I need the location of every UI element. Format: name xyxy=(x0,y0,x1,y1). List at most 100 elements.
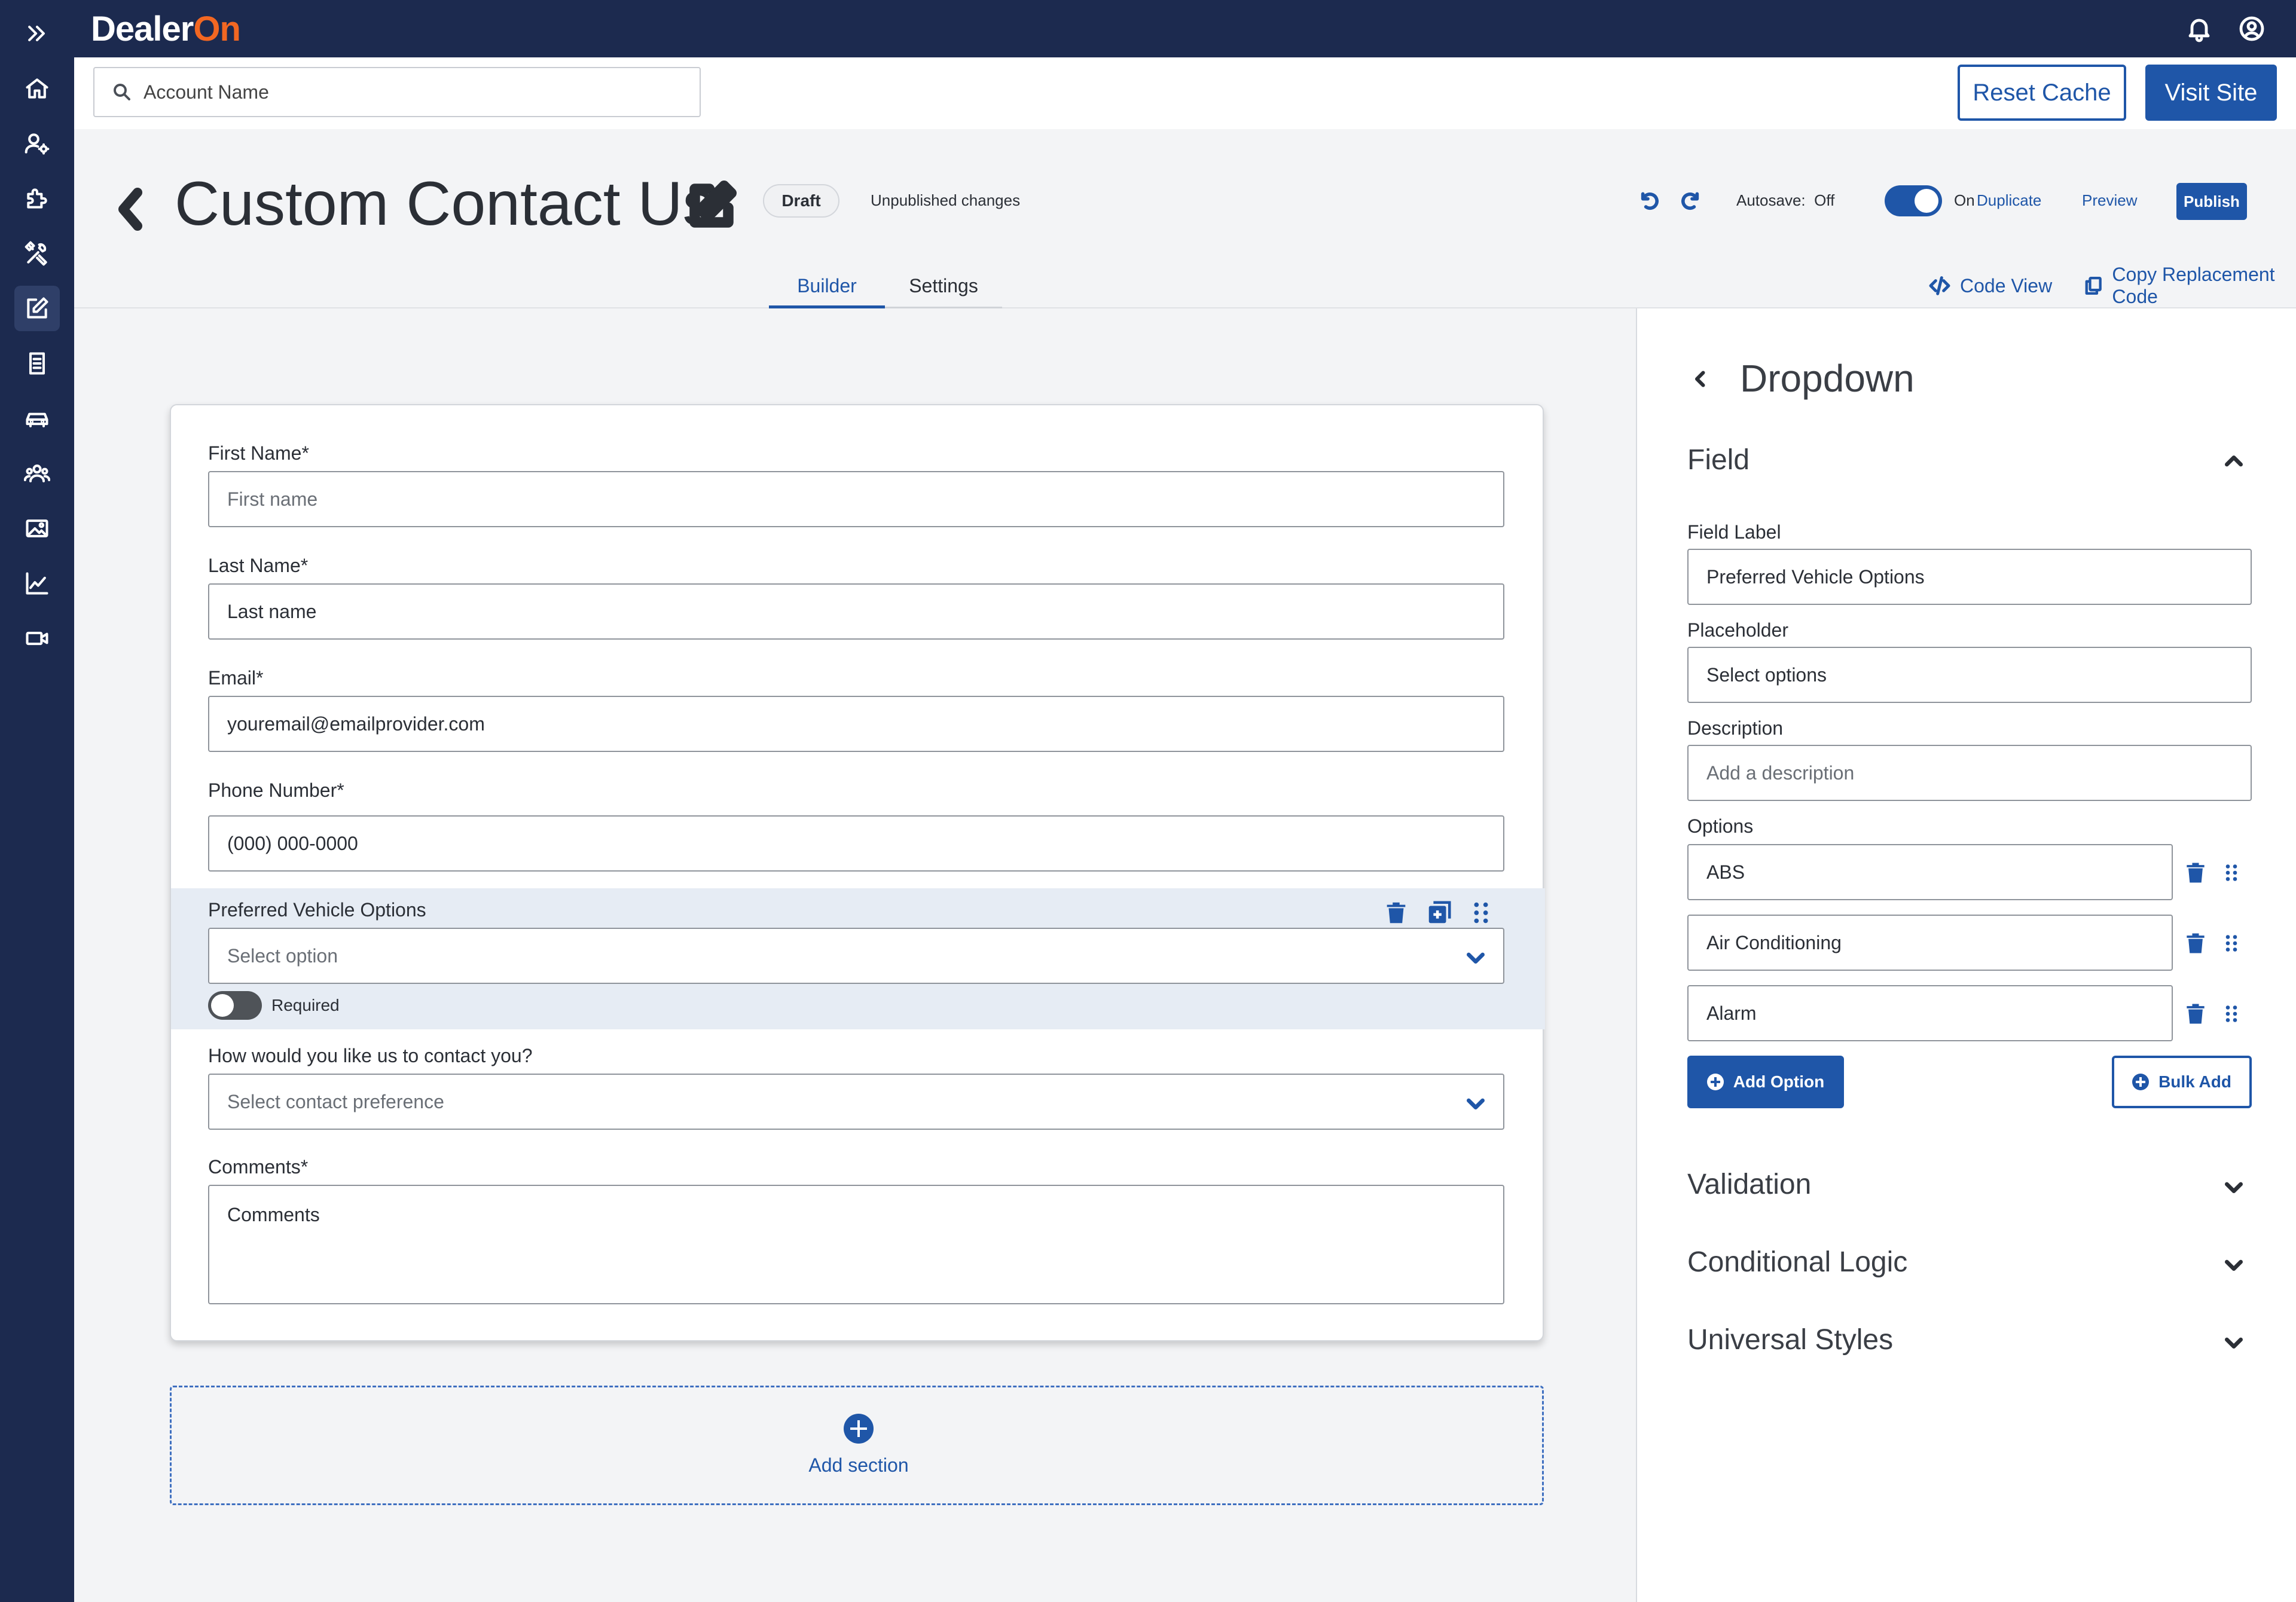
autosave-toggle[interactable] xyxy=(1885,185,1942,216)
expand-validation-button[interactable] xyxy=(2222,1175,2246,1199)
option-input[interactable]: Alarm xyxy=(1687,985,2173,1041)
section-validation-title[interactable]: Validation xyxy=(1687,1168,1811,1201)
sidebar-item-editor[interactable] xyxy=(14,286,60,331)
reset-cache-button[interactable]: Reset Cache xyxy=(1958,65,2126,121)
visit-site-button[interactable]: Visit Site xyxy=(2145,65,2277,121)
chevron-left-icon xyxy=(118,188,142,231)
code-view-button[interactable]: Code View xyxy=(1928,273,2052,299)
sidebar-item-users-settings[interactable] xyxy=(14,121,60,166)
publish-button[interactable]: Publish xyxy=(2176,183,2247,220)
video-icon xyxy=(26,631,48,646)
autosave-on-label: On xyxy=(1954,191,1975,209)
sidebar-item-home[interactable] xyxy=(14,66,60,111)
field-label-input[interactable]: Preferred Vehicle Options xyxy=(1687,549,2252,605)
option-drag-handle[interactable] xyxy=(2221,999,2242,1028)
add-section-button[interactable]: Add section xyxy=(170,1386,1544,1505)
selected-field-block[interactable]: Preferred Vehicle Options Select option … xyxy=(171,888,1545,1029)
edit-icon xyxy=(689,181,737,228)
placeholder-input[interactable]: Select options xyxy=(1687,647,2252,703)
preview-link[interactable]: Preview xyxy=(2082,191,2137,210)
first-name-input[interactable]: First name xyxy=(208,471,1504,527)
sidebar-item-vehicles[interactable] xyxy=(14,396,60,441)
redo-button[interactable] xyxy=(1680,189,1704,213)
field-label-first-name: First Name* xyxy=(208,442,309,464)
drag-handle-icon xyxy=(2225,1005,2237,1022)
trash-icon xyxy=(2187,933,2205,953)
sidebar-item-integrations[interactable] xyxy=(14,176,60,221)
account-search[interactable] xyxy=(93,67,701,117)
puzzle-icon xyxy=(27,188,47,209)
panel-title: Dropdown xyxy=(1740,357,1915,400)
section-field-title[interactable]: Field xyxy=(1687,444,1750,476)
sidebar-item-leads[interactable] xyxy=(14,451,60,496)
duplicate-icon xyxy=(1428,901,1451,924)
add-section-label: Add section xyxy=(808,1454,909,1476)
bulk-add-label: Bulk Add xyxy=(2158,1072,2231,1091)
tab-settings[interactable]: Settings xyxy=(885,271,1002,308)
option-input[interactable]: ABS xyxy=(1687,844,2173,900)
chart-icon xyxy=(26,572,48,595)
page-title: Custom Contact Us xyxy=(175,169,714,239)
redo-icon xyxy=(1681,192,1699,210)
sidebar-item-analytics[interactable] xyxy=(14,561,60,606)
select-value: Select option xyxy=(227,944,338,967)
phone-input[interactable]: (000) 000-0000 xyxy=(208,815,1504,872)
panel-back-button[interactable] xyxy=(1690,368,1711,390)
tab-builder[interactable]: Builder xyxy=(769,271,885,308)
section-universal-styles-title[interactable]: Universal Styles xyxy=(1687,1323,1893,1356)
delete-option-button[interactable] xyxy=(2182,999,2209,1028)
field-label-last-name: Last Name* xyxy=(208,555,309,576)
delete-field-button[interactable] xyxy=(1382,899,1410,927)
plus-circle-icon xyxy=(2132,1074,2150,1090)
delete-option-button[interactable] xyxy=(2182,858,2209,887)
required-toggle[interactable] xyxy=(208,991,262,1020)
status-badge: Draft xyxy=(763,184,839,218)
sidebar-item-inventory[interactable] xyxy=(14,341,60,386)
form-canvas: First Name* First name Last Name* Last n… xyxy=(170,404,1545,1341)
preferred-vehicle-select[interactable]: Select option xyxy=(208,928,1504,984)
sidebar-item-tools[interactable] xyxy=(14,231,60,276)
placeholder-label: Placeholder xyxy=(1687,619,1788,641)
copy-replacement-code-button[interactable]: Copy Replacement Code xyxy=(2083,264,2296,307)
expand-sidebar-button[interactable] xyxy=(14,11,60,56)
duplicate-link[interactable]: Duplicate xyxy=(1977,191,2041,210)
edit-title-button[interactable] xyxy=(686,181,737,231)
account-menu-button[interactable] xyxy=(2237,14,2266,43)
delete-option-button[interactable] xyxy=(2182,929,2209,958)
description-input[interactable]: Add a description xyxy=(1687,745,2252,801)
bulk-add-button[interactable]: Bulk Add xyxy=(2112,1056,2252,1108)
sidebar-item-media[interactable] xyxy=(14,506,60,551)
dealeron-logo[interactable]: Dealer On xyxy=(91,6,241,51)
chevron-down-icon xyxy=(2225,1182,2243,1193)
account-search-input[interactable] xyxy=(144,81,682,103)
edit-icon xyxy=(27,297,48,319)
sidebar-item-video[interactable] xyxy=(14,616,60,661)
email-input[interactable]: youremail@emailprovider.com xyxy=(208,696,1504,752)
chevron-down-icon xyxy=(2225,1259,2243,1271)
car-icon xyxy=(26,412,48,427)
collapse-field-button[interactable] xyxy=(2222,450,2246,473)
last-name-input[interactable]: Last name xyxy=(208,583,1504,640)
notifications-button[interactable] xyxy=(2185,14,2213,43)
add-option-button[interactable]: Add Option xyxy=(1687,1056,1844,1108)
chevron-down-icon xyxy=(1464,946,1488,970)
option-drag-handle[interactable] xyxy=(2221,858,2242,887)
add-option-label: Add Option xyxy=(1733,1072,1825,1091)
section-conditional-logic-title[interactable]: Conditional Logic xyxy=(1687,1246,1907,1279)
expand-universal-styles-button[interactable] xyxy=(2222,1331,2246,1355)
undo-button[interactable] xyxy=(1636,189,1660,213)
options-label: Options xyxy=(1687,815,1754,837)
drag-handle[interactable] xyxy=(1467,899,1495,927)
duplicate-field-button[interactable] xyxy=(1425,899,1453,927)
expand-conditional-logic-button[interactable] xyxy=(2222,1253,2246,1277)
undo-icon xyxy=(1641,192,1659,210)
contact-preference-select[interactable]: Select contact preference xyxy=(208,1074,1504,1130)
back-button[interactable] xyxy=(112,184,148,234)
chevron-down-icon xyxy=(2225,1337,2243,1349)
option-input[interactable]: Air Conditioning xyxy=(1687,915,2173,971)
comments-textarea[interactable]: Comments xyxy=(208,1185,1504,1304)
option-drag-handle[interactable] xyxy=(2221,929,2242,958)
drag-handle-icon xyxy=(1474,902,1488,924)
tools-icon xyxy=(25,241,47,266)
properties-panel: Dropdown Field Field Label Preferred Veh… xyxy=(1636,308,2296,1602)
